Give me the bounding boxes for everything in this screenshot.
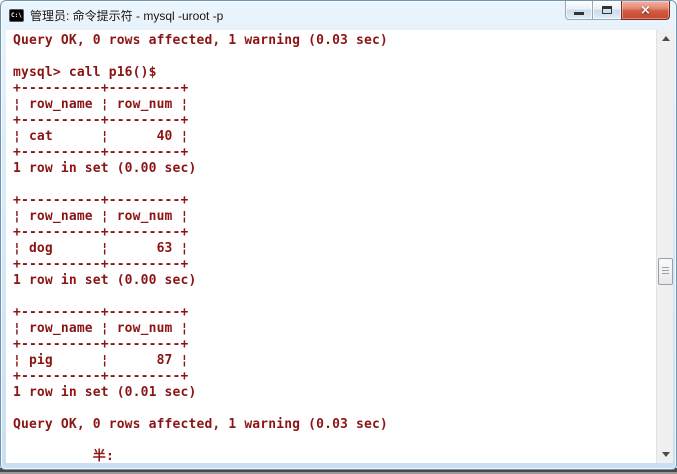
close-button[interactable]: ×: [621, 1, 670, 20]
terminal-line: 1 row in set (0.00 sec): [13, 273, 656, 289]
scrollbar-thumb[interactable]: [658, 258, 673, 285]
console-client-area: Query OK, 0 rows affected, 1 warning (0.…: [6, 30, 673, 463]
terminal-lines: Query OK, 0 rows affected, 1 warning (0.…: [13, 33, 656, 449]
window-title: 管理员: 命令提示符 - mysql -uroot -p: [30, 7, 223, 24]
terminal-line: ¦ row_name ¦ row_num ¦: [13, 209, 656, 225]
terminal-line: +----------+---------+: [13, 369, 656, 385]
terminal-line: [13, 401, 656, 417]
terminal-line: mysql> call p16()$: [13, 65, 656, 81]
cursor: :: [106, 449, 114, 463]
scroll-up-arrow-icon: [662, 36, 670, 41]
terminal-line: Query OK, 0 rows affected, 1 warning (0.…: [13, 33, 656, 49]
terminal-line: +----------+---------+: [13, 337, 656, 353]
terminal-text-area[interactable]: Query OK, 0 rows affected, 1 warning (0.…: [6, 30, 656, 463]
cmd-window: C:\ 管理员: 命令提示符 - mysql -uroot -p × Query…: [0, 0, 677, 470]
terminal-line: ¦ cat ¦ 40 ¦: [13, 129, 656, 145]
window-controls: ×: [565, 1, 670, 20]
terminal-line: [13, 433, 656, 449]
minimize-icon: [574, 12, 584, 15]
terminal-line: +----------+---------+: [13, 113, 656, 129]
terminal-line: Query OK, 0 rows affected, 1 warning (0.…: [13, 417, 656, 433]
terminal-line: ¦ row_name ¦ row_num ¦: [13, 321, 656, 337]
terminal-line: ¦ dog ¦ 63 ¦: [13, 241, 656, 257]
terminal-line: +----------+---------+: [13, 193, 656, 209]
maximize-icon: [602, 6, 612, 14]
terminal-line: ¦ pig ¦ 87 ¦: [13, 353, 656, 369]
terminal-line: [13, 177, 656, 193]
terminal-line: 1 row in set (0.01 sec): [13, 385, 656, 401]
minimize-button[interactable]: [565, 1, 593, 20]
terminal-line: +----------+---------+: [13, 145, 656, 161]
terminal-line: [13, 49, 656, 65]
terminal-line: +----------+---------+: [13, 81, 656, 97]
ime-composition-text: 半: [93, 449, 106, 463]
terminal-line: [13, 289, 656, 305]
terminal-line: ¦ row_name ¦ row_num ¦: [13, 97, 656, 113]
scroll-up-button[interactable]: [657, 30, 674, 47]
terminal-line: +----------+---------+: [13, 257, 656, 273]
terminal-line: +----------+---------+: [13, 225, 656, 241]
terminal-line: +----------+---------+: [13, 305, 656, 321]
terminal-line: 1 row in set (0.00 sec): [13, 161, 656, 177]
vertical-scrollbar[interactable]: [656, 30, 673, 463]
scroll-down-arrow-icon: [662, 452, 670, 457]
close-icon: ×: [640, 2, 651, 19]
maximize-button[interactable]: [593, 1, 621, 20]
scroll-down-button[interactable]: [657, 446, 674, 463]
cmd-prompt-icon[interactable]: C:\: [9, 9, 24, 22]
terminal-input-line: 半:: [13, 449, 656, 463]
input-indent: [13, 449, 93, 463]
